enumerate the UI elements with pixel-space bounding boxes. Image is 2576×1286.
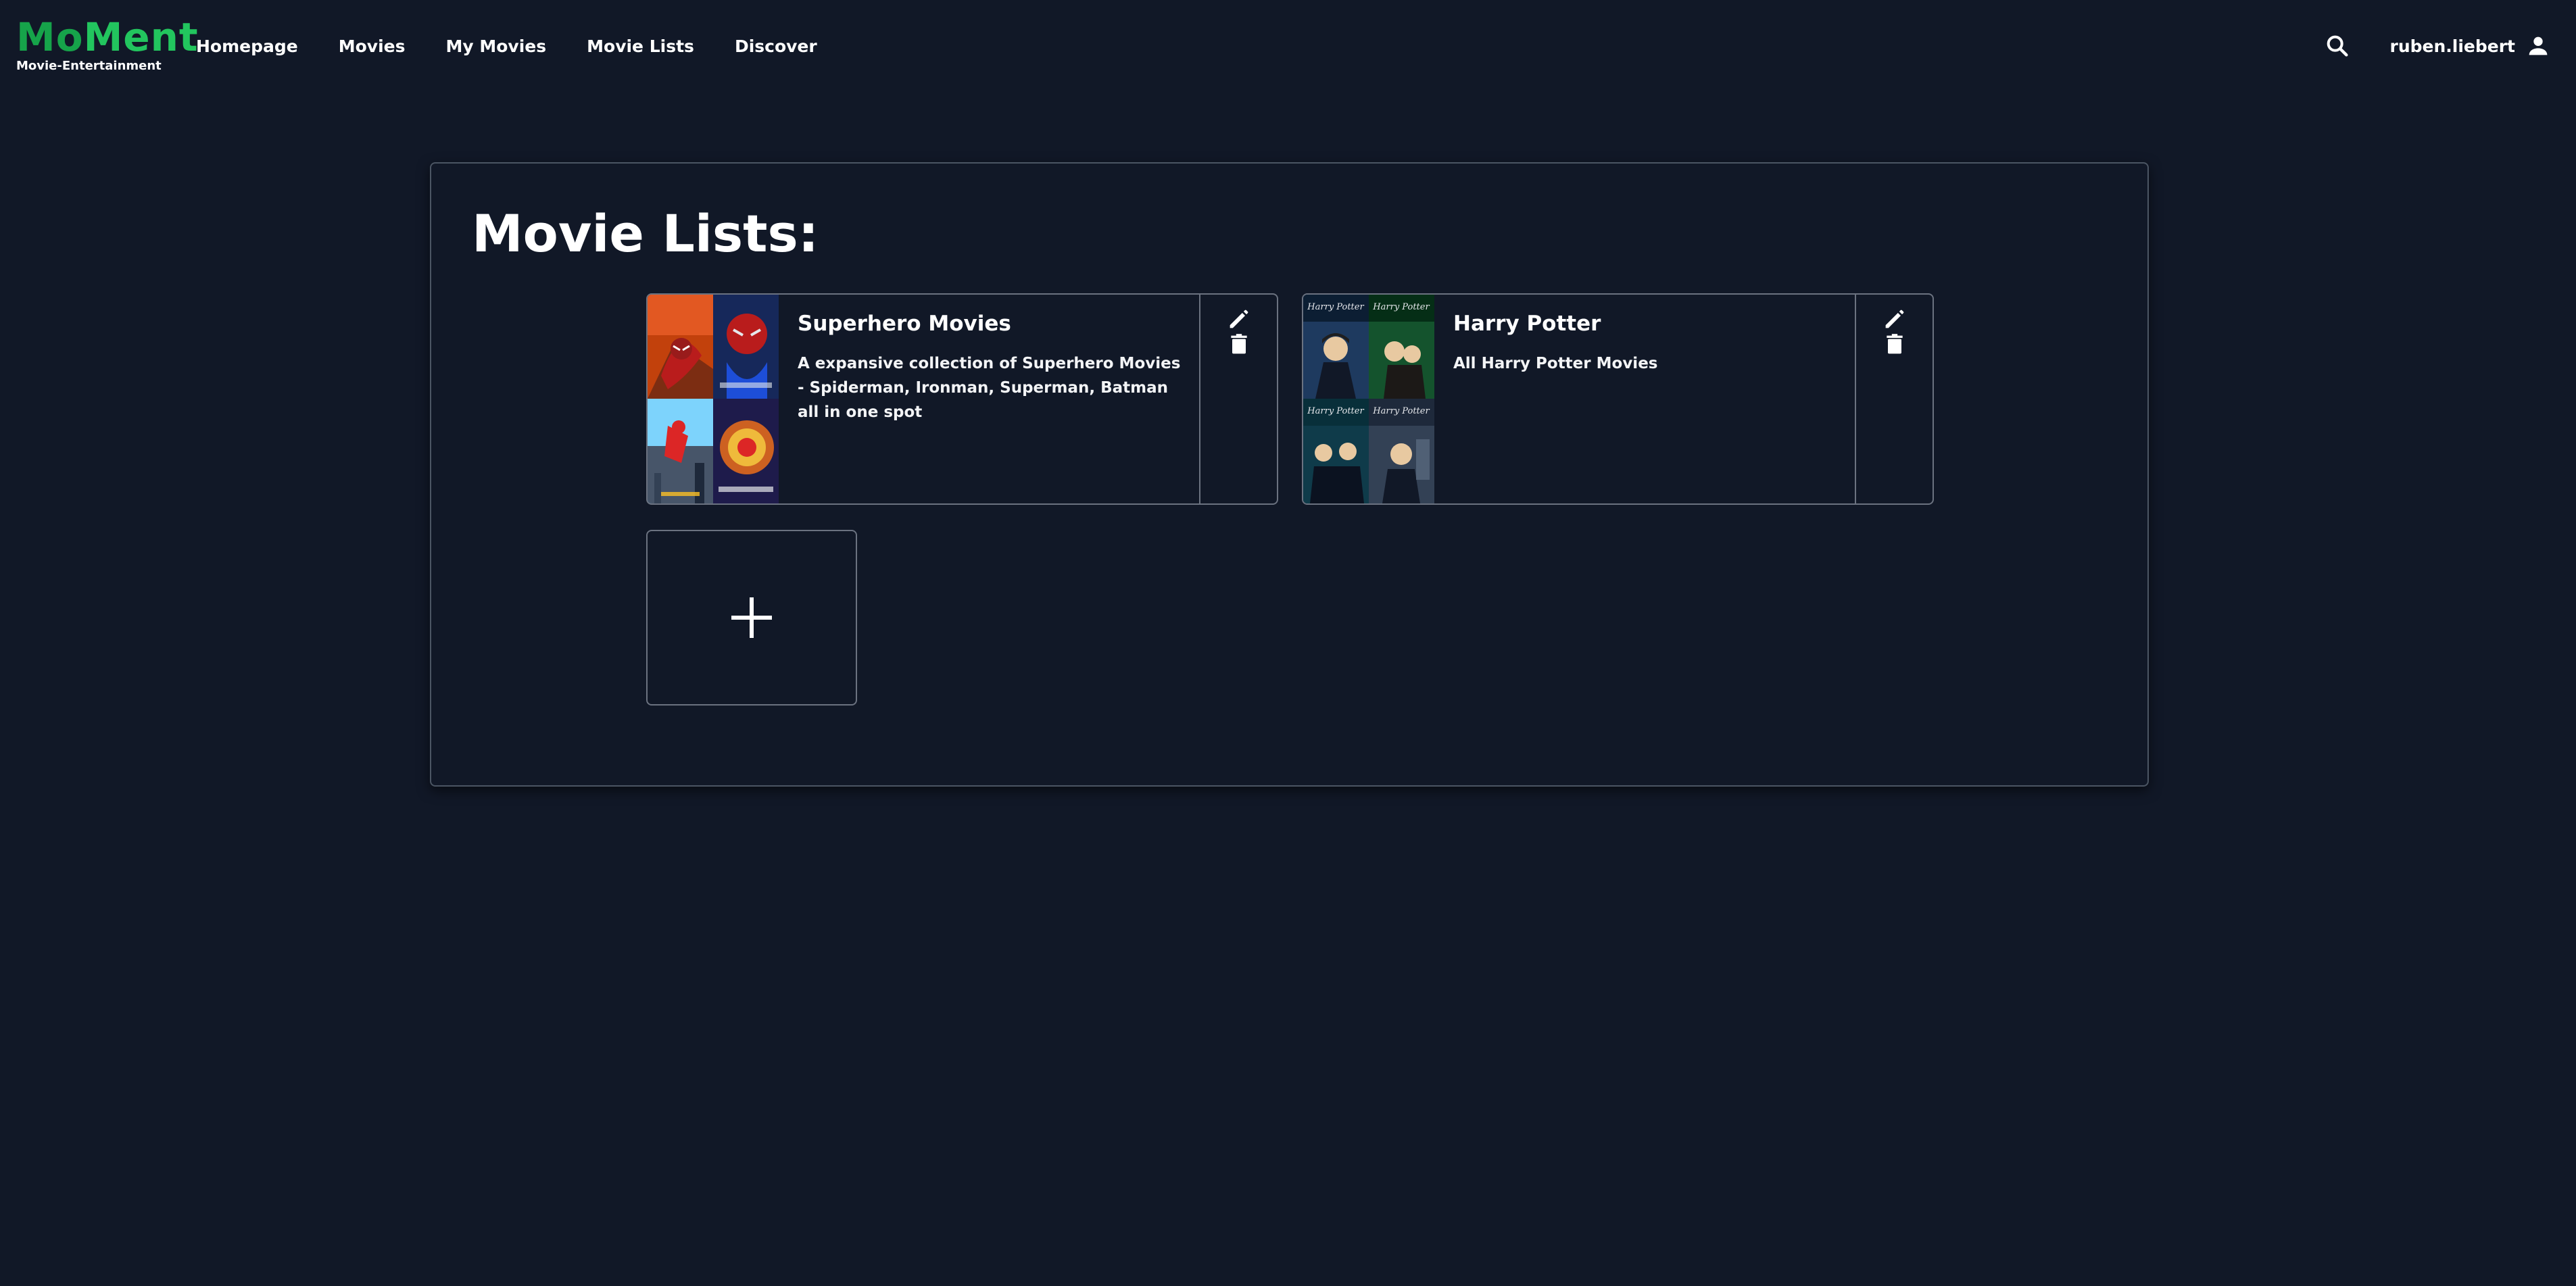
poster-collage: Harry Potter Harry Potter Harry Potter H… (1303, 295, 1434, 503)
svg-text:Harry Potter: Harry Potter (1372, 406, 1430, 416)
poster-collage (648, 295, 779, 503)
nav-link-discover[interactable]: Discover (735, 36, 817, 56)
search-icon[interactable] (2324, 32, 2351, 59)
navbar: MoMent Movie-Entertainment Homepage Movi… (0, 0, 2576, 91)
poster-harry-potter-4: Harry Potter (1369, 399, 1434, 503)
card-body: Harry Potter All Harry Potter Movies (1434, 295, 1856, 503)
poster-harry-potter-2: Harry Potter (1369, 295, 1434, 399)
trash-icon[interactable] (1225, 331, 1253, 358)
movie-list-card-superhero[interactable]: Superhero Movies A expansive collection … (646, 293, 1278, 505)
username[interactable]: ruben.liebert (2390, 36, 2516, 56)
poster-spiderman-4 (713, 399, 779, 503)
list-title[interactable]: Superhero Movies (798, 310, 1184, 338)
page-title: Movie Lists: (472, 203, 819, 264)
card-body: Superhero Movies A expansive collection … (779, 295, 1200, 503)
movie-lists-panel: Movie Lists: Superhero Movies A expansiv… (430, 162, 2149, 787)
svg-text:Harry Potter: Harry Potter (1307, 302, 1364, 312)
brand-name-part2: Ment (83, 14, 199, 60)
poster-harry-potter-1: Harry Potter (1303, 295, 1369, 399)
card-actions (1199, 295, 1277, 503)
movie-list-card-harry-potter[interactable]: Harry Potter Harry Potter Harry Potter H… (1302, 293, 1934, 505)
user-icon[interactable] (2525, 32, 2552, 59)
brand-name-part1: Mo (16, 14, 84, 60)
nav-link-movies[interactable]: Movies (339, 36, 406, 56)
svg-text:Harry Potter: Harry Potter (1372, 302, 1430, 312)
card-actions (1855, 295, 1933, 503)
brand-name: MoMent (16, 14, 199, 61)
list-title[interactable]: Harry Potter (1453, 310, 1840, 338)
nav-links: Homepage Movies My Movies Movie Lists Di… (196, 31, 858, 61)
pencil-icon[interactable] (1881, 305, 1908, 332)
nav-link-my-movies[interactable]: My Movies (446, 36, 547, 56)
poster-spiderman-1 (648, 295, 713, 399)
poster-harry-potter-3: Harry Potter (1303, 399, 1369, 503)
brand-logo[interactable]: MoMent Movie-Entertainment (16, 14, 198, 74)
add-list-button[interactable] (646, 530, 857, 706)
trash-icon[interactable] (1881, 331, 1908, 358)
nav-link-homepage[interactable]: Homepage (196, 36, 298, 56)
pencil-icon[interactable] (1225, 305, 1253, 332)
plus-icon (731, 597, 772, 638)
list-description: All Harry Potter Movies (1453, 355, 1658, 372)
poster-spiderman-2 (713, 295, 779, 399)
list-description: A expansive collection of Superhero Movi… (798, 355, 1181, 421)
brand-subtitle: Movie-Entertainment (16, 59, 162, 73)
nav-right: ruben.liebert (2324, 28, 2552, 64)
poster-spiderman-3 (648, 399, 713, 503)
nav-link-movie-lists[interactable]: Movie Lists (587, 36, 694, 56)
svg-text:Harry Potter: Harry Potter (1307, 406, 1364, 416)
